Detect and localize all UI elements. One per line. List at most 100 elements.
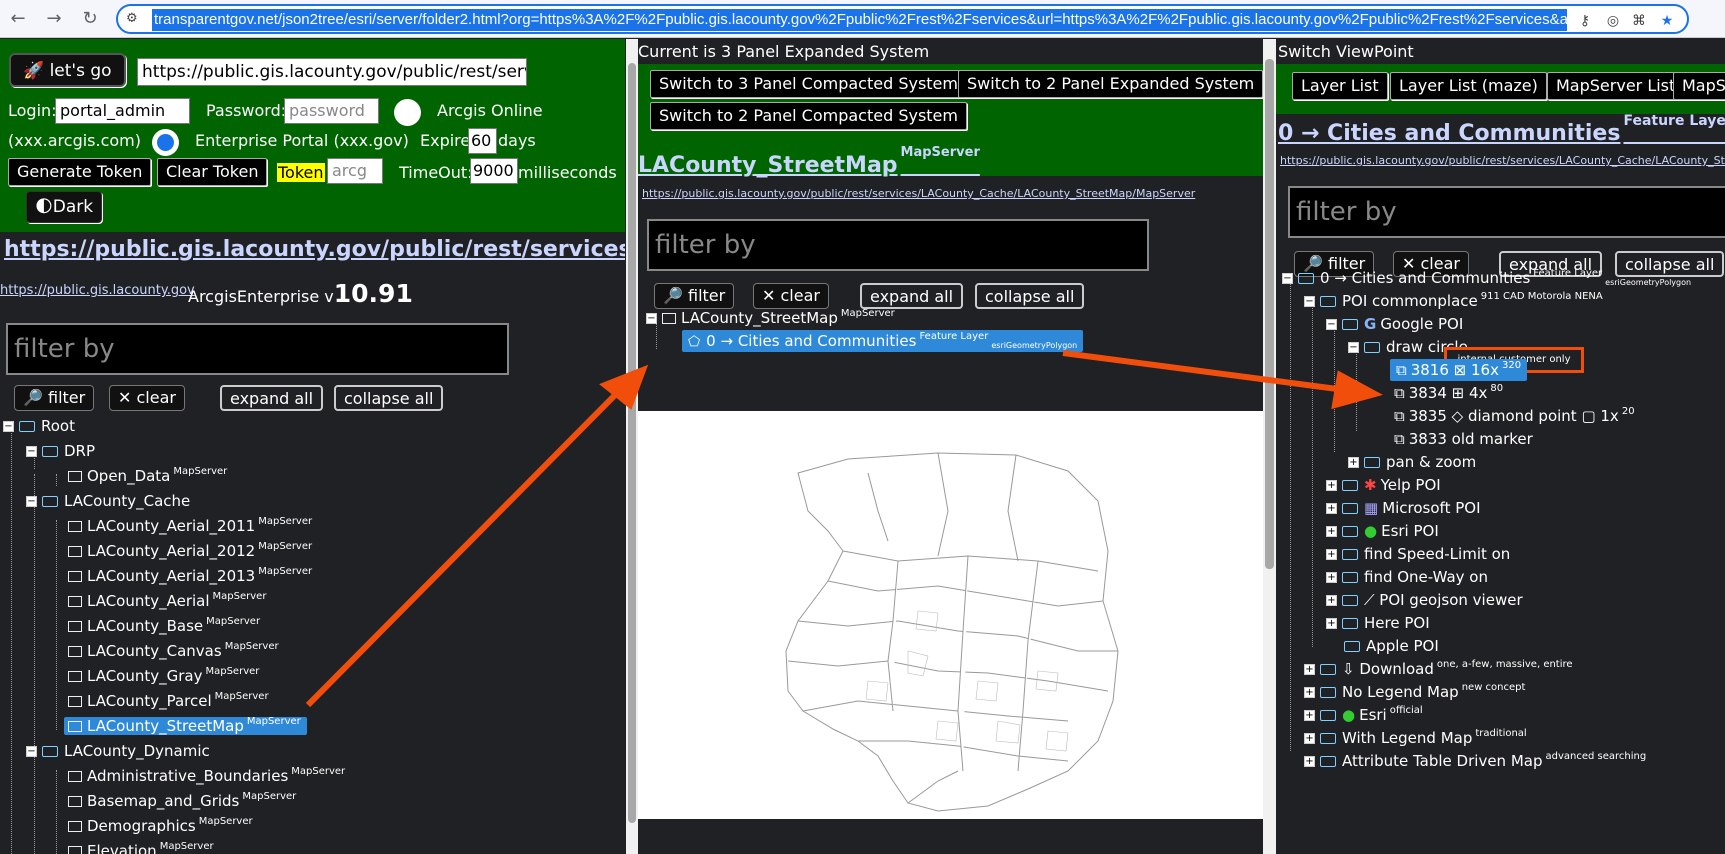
viewpoint-tabs: Layer List Layer List (maze) MapServer L… (1276, 64, 1725, 114)
reload-icon[interactable]: ↻ (78, 7, 102, 31)
tree-geojson-viewer[interactable]: + ⟋ POI geojson viewer (1326, 589, 1523, 611)
tree-folder-lacounty-cache[interactable]: − LACounty_Cache (26, 490, 190, 512)
generate-token-button[interactable]: Generate Token (8, 158, 152, 186)
tree-download[interactable]: + ⇩ Download one, a-few, massive, entire (1304, 658, 1573, 680)
url-text[interactable]: transparentgov.net/json2tree/esri/server… (152, 9, 1567, 31)
lets-go-button[interactable]: 🚀 let's go (9, 53, 126, 87)
forward-icon[interactable]: → (42, 7, 66, 31)
tree-with-legend-map[interactable]: + With Legend Map traditional (1304, 727, 1527, 749)
collapse-all-button[interactable]: collapse all (975, 283, 1085, 309)
filter-button[interactable]: 🔎 filter (654, 283, 735, 309)
tree-microsoft-poi[interactable]: + ▦ Microsoft POI (1326, 497, 1481, 519)
tree-item-open-data[interactable]: Open_Data MapServer (68, 465, 227, 487)
collapse-all-button[interactable]: collapse all (334, 385, 444, 411)
tree-yelp-poi[interactable]: + ✱ Yelp POI (1326, 474, 1441, 496)
scrollbar-left[interactable] (626, 39, 638, 854)
viewpoint-header: Switch ViewPoint (1278, 42, 1414, 61)
clear-button[interactable]: ✕ clear (109, 385, 185, 411)
days-label: days (498, 131, 536, 150)
tree-item-3835[interactable]: ⧉ 3835 ◇ diamond point ▢ 1x 20 (1394, 405, 1635, 427)
layer-url[interactable]: https://public.gis.lacounty.gov/public/r… (1280, 154, 1725, 167)
clear-button[interactable]: ✕ clear (753, 283, 829, 309)
mapserver-url[interactable]: https://public.gis.lacounty.gov/public/r… (642, 187, 1195, 200)
arcgis-online-domain: (xxx.arcgis.com) (8, 131, 141, 150)
tree-root[interactable]: − LACounty_StreetMap MapServer (646, 307, 895, 329)
layer-title[interactable]: 0 → Cities and CommunitiesFeature Layere (1278, 113, 1725, 146)
tree-root[interactable]: − Root (3, 415, 75, 437)
switch-2-compact-button[interactable]: Switch to 2 Panel Compacted System (650, 102, 967, 130)
tree-item[interactable]: LACounty_Aerial_2012 MapServer (68, 540, 312, 562)
password-label: Password: (206, 101, 287, 120)
tab-layer-list[interactable]: Layer List (1292, 72, 1388, 100)
tree-attribute-table-map[interactable]: + Attribute Table Driven Map advanced sear… (1304, 750, 1646, 772)
dark-mode-button[interactable]: 🌓Dark (26, 191, 103, 223)
filter-input[interactable]: filter by (647, 219, 1149, 271)
tree-item-3816-selected[interactable]: ⧉ 3816 ⊠ 16x 320 (1390, 359, 1528, 381)
filter-button[interactable]: 🔎 filter (14, 385, 95, 411)
services-link[interactable]: https://public.gis.lacounty.gov/public/r… (4, 237, 625, 262)
tree-item[interactable]: Basemap_and_Grids MapServer (68, 790, 296, 812)
mapserver-title[interactable]: LACounty_StreetMapMapServer (638, 145, 980, 178)
tree-item[interactable]: Administrative_Boundaries MapServer (68, 765, 345, 787)
login-input[interactable]: portal_admin (55, 98, 190, 124)
translate-icon[interactable]: ⌘ (1629, 12, 1649, 30)
connection-form: 🚀 let's go https://public.gis.lacounty.g… (0, 39, 625, 232)
site-settings-icon[interactable]: ⚙ (126, 12, 144, 26)
switch-2-expanded-button[interactable]: Switch to 2 Panel Expanded System (958, 70, 1263, 98)
enterprise-radio[interactable] (152, 129, 179, 156)
tree-layer-root[interactable]: −0 → Cities and Communities Feature Layer… (1282, 267, 1691, 289)
tree-esri-poi[interactable]: + ● Esri POI (1326, 520, 1439, 542)
tree-apple-poi[interactable]: Apple POI (1344, 635, 1439, 657)
scrollbar-middle[interactable] (1263, 39, 1276, 854)
tree-google-poi[interactable]: − G Google POI (1326, 313, 1463, 335)
county-boundary-map (785, 452, 1119, 812)
map-view[interactable] (638, 411, 1263, 819)
tree-here-poi[interactable]: + Here POI (1326, 612, 1430, 634)
key-icon[interactable]: ⚷ (1575, 12, 1595, 30)
tree-folder-drp[interactable]: − DRP (26, 440, 95, 462)
tree-item-3834[interactable]: ⧉ 3834 ⊞ 4x 80 (1394, 382, 1503, 404)
tab-layer-list-maze[interactable]: Layer List (maze) (1390, 72, 1547, 100)
tree-item[interactable]: Demographics MapServer (68, 815, 253, 837)
tree-item[interactable]: LACounty_Gray MapServer (68, 665, 259, 687)
tree-item[interactable]: LACounty_Aerial_2013 MapServer (68, 565, 312, 587)
server-url-input[interactable]: https://public.gis.lacounty.gov/public/r… (137, 58, 527, 86)
expand-all-button[interactable]: expand all (860, 283, 964, 309)
tab-maps[interactable]: MapS (1673, 72, 1725, 100)
token-placeholder: arcg (332, 161, 367, 180)
tree-esri[interactable]: + ● Esri official (1304, 704, 1423, 726)
expand-all-button[interactable]: expand all (220, 385, 324, 411)
home-link[interactable]: https://public.gis.lacounty.gov (0, 283, 195, 298)
filter-input[interactable]: filter by (6, 323, 509, 375)
timeout-input[interactable]: 9000 (470, 158, 518, 184)
password-input[interactable]: password (284, 98, 379, 124)
arcgis-online-label: Arcgis Online (437, 101, 543, 120)
filter-input[interactable]: filter by (1288, 186, 1725, 238)
tree-item-3833[interactable]: ⧉ 3833 old marker (1394, 428, 1533, 450)
tree-item[interactable]: Elevation MapServer (68, 840, 214, 854)
eye-off-icon[interactable]: ◎ (1603, 12, 1623, 30)
tree-no-legend-map[interactable]: + No Legend Map new concept (1304, 681, 1525, 703)
tab-mapserver-list[interactable]: MapServer List (1547, 72, 1685, 100)
tree-item[interactable]: LACounty_Parcel MapServer (68, 690, 269, 712)
star-icon[interactable]: ★ (1657, 12, 1677, 30)
tree-one-way[interactable]: + find One-Way on (1326, 566, 1488, 588)
tree-pan-zoom[interactable]: + pan & zoom (1348, 451, 1476, 473)
back-icon[interactable]: ← (6, 7, 30, 31)
tree-folder-lacounty-dynamic[interactable]: − LACounty_Dynamic (26, 740, 210, 762)
token-input[interactable]: arcg (327, 158, 383, 184)
arcgis-online-radio[interactable] (394, 99, 421, 126)
tree-speed-limit[interactable]: + find Speed-Limit on (1326, 543, 1510, 565)
tree-item[interactable]: LACounty_Aerial_2011 MapServer (68, 515, 312, 537)
tree-poi-commonplace[interactable]: − POI commonplace 911 CAD Motorola NENA (1304, 290, 1603, 312)
address-bar[interactable]: ⚙ transparentgov.net/json2tree/esri/serv… (116, 4, 1689, 34)
tree-item-selected[interactable]: LACounty_StreetMap MapServer (64, 715, 307, 737)
tree-item[interactable]: LACounty_Base MapServer (68, 615, 260, 637)
expire-input[interactable]: 60 (468, 128, 497, 154)
tree-item[interactable]: LACounty_Canvas MapServer (68, 640, 279, 662)
left-panel: 🚀 let's go https://public.gis.lacounty.g… (0, 39, 625, 854)
clear-token-button[interactable]: Clear Token (157, 158, 268, 186)
tree-layer-selected[interactable]: ⬠ 0 → Cities and Communities Feature Layer… (682, 330, 1084, 352)
switch-3-compact-button[interactable]: Switch to 3 Panel Compacted System (650, 70, 967, 98)
tree-item[interactable]: LACounty_Aerial MapServer (68, 590, 266, 612)
